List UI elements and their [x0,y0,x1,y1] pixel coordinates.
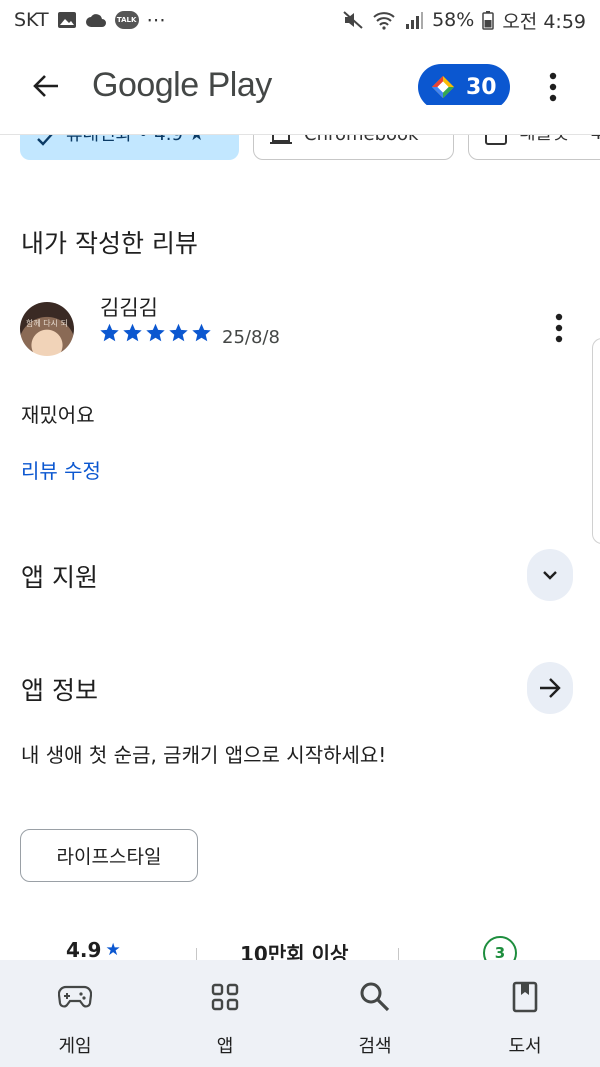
play-points-button[interactable]: 30 [418,64,510,110]
book-icon [507,980,543,1014]
play-points-icon [432,76,454,98]
cloud-icon [85,11,107,29]
more-vert-icon [549,72,557,102]
arrow-right-icon [540,678,561,698]
star-icon [123,323,142,342]
nav-books[interactable]: 도서 [450,960,600,1067]
star-icon [146,323,165,342]
avatar: 함께 다시 되 [20,302,74,356]
more-notifications-icon: ⋯ [146,9,168,31]
rating-stars [99,322,212,343]
avatar-text: 함께 다시 되 [26,319,68,328]
signal-icon [404,10,424,30]
gallery-icon [57,11,77,29]
category-chip[interactable]: 라이프스타일 [20,829,198,882]
nav-label: 게임 [58,1036,92,1057]
kakaotalk-icon: TALK [114,11,139,29]
header-divider [0,134,600,135]
battery-percent: 58% [432,9,475,31]
mute-icon [342,10,364,30]
app-support-title: 앱 지원 [21,563,98,592]
header-mask [0,105,600,134]
apps-grid-icon [207,980,243,1014]
star-icon [169,323,188,342]
app-title: Google Play [92,66,272,104]
nav-apps[interactable]: 앱 [150,960,300,1067]
wifi-icon [372,10,396,30]
rating-stat: 4.9 ★ [66,938,121,962]
battery-icon [482,10,495,30]
edit-review-link[interactable]: 리뷰 수정 [21,455,101,484]
back-arrow-icon [33,75,58,97]
edge-panel-handle[interactable] [592,338,600,544]
status-bar: SKT TALK ⋯ 58% 오전 4:59 [0,0,600,40]
overflow-menu-button[interactable] [536,64,570,110]
review-date: 25/8/8 [222,327,280,348]
search-icon [357,980,393,1014]
app-info-title: 앱 정보 [21,676,98,705]
star-icon [100,323,119,342]
app-info-open-button[interactable] [527,662,573,714]
nav-label: 도서 [508,1036,542,1057]
reviewer-name: 김김김 [100,296,158,320]
nav-label: 앱 [216,1036,234,1057]
nav-games[interactable]: 게임 [0,960,150,1067]
app-description: 내 생애 첫 순금, 금캐기 앱으로 시작하세요! [21,743,387,767]
status-left: SKT TALK ⋯ [14,9,168,31]
gamepad-icon [57,980,93,1014]
nav-label: 검색 [358,1036,392,1057]
star-icon [192,323,211,342]
my-review-title: 내가 작성한 리뷰 [21,229,198,258]
rating-value: 4.9 [66,938,102,962]
clock: 오전 4:59 [502,10,586,33]
back-button[interactable] [22,66,70,106]
review-options-button[interactable] [546,310,572,346]
chevron-down-icon [543,571,557,580]
nav-search[interactable]: 검색 [300,960,450,1067]
points-count: 30 [466,74,497,100]
more-vert-icon [555,313,563,343]
carrier-label: SKT [14,9,49,31]
star-icon: ★ [105,940,121,960]
review-text: 재밌어요 [21,403,95,427]
app-support-expand-button[interactable] [527,549,573,601]
bottom-navigation: 게임 앱 검색 도서 [0,960,600,1067]
status-right: 58% 오전 4:59 [342,7,586,34]
